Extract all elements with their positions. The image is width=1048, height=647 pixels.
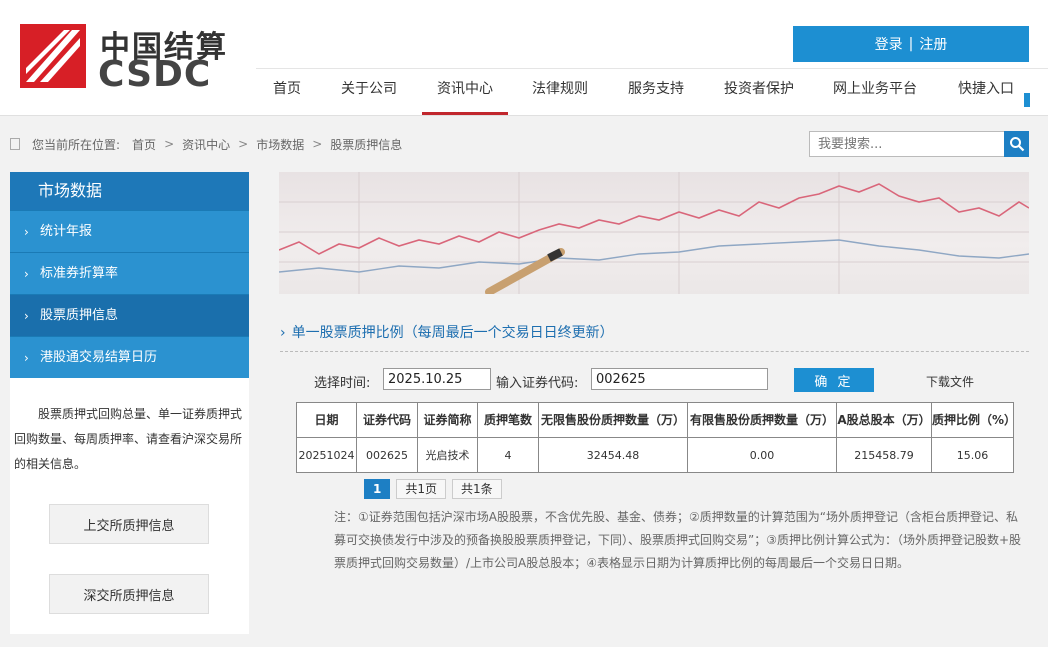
csdc-logo[interactable]: 中国结算 CSDC <box>20 22 230 95</box>
sse-pledge-button[interactable]: 上交所质押信息 <box>49 504 209 544</box>
table-header-cell: 证券代码 <box>356 402 418 438</box>
breadcrumb-separator: > <box>312 137 323 151</box>
sidebar-item-hk-calendar[interactable]: 港股通交易结算日历 <box>10 336 249 379</box>
nav-item-home[interactable]: 首页 <box>256 69 318 115</box>
sidebar-item-annual-stats[interactable]: 统计年报 <box>10 210 249 253</box>
code-label: 输入证券代码: <box>496 376 579 391</box>
login-register-bar: 登录 | 注册 <box>793 26 1029 62</box>
section-divider <box>280 351 1029 352</box>
date-input[interactable] <box>383 368 491 390</box>
breadcrumb-separator: > <box>164 137 175 151</box>
logo-en-text: CSDC <box>98 54 212 95</box>
szse-pledge-button[interactable]: 深交所质押信息 <box>49 574 209 614</box>
table-cell-total-shares: 215458.79 <box>836 437 932 473</box>
stock-chart-illustration <box>279 172 1029 294</box>
table-cell-ratio: 15.06 <box>931 437 1014 473</box>
table-header-cell: 证券简称 <box>417 402 478 438</box>
table-header-cell: 无限售股份质押数量（万） <box>538 402 688 438</box>
sidebar-item-pledge-info[interactable]: 股票质押信息 <box>10 294 249 337</box>
page-total-label: 共1页 <box>396 479 446 499</box>
table-header-cell: 有限售股份质押数量（万） <box>687 402 837 438</box>
nav-item-quick[interactable]: 快捷入口 <box>950 69 1022 115</box>
register-link[interactable]: 注册 <box>919 34 947 54</box>
breadcrumb-home[interactable]: 首页 <box>132 136 156 153</box>
table-header-cell: A股总股本（万） <box>836 402 932 438</box>
breadcrumb-separator: > <box>238 137 249 151</box>
sidebar-item-conversion-rate[interactable]: 标准券折算率 <box>10 252 249 295</box>
nav-item-support[interactable]: 服务支持 <box>618 69 694 115</box>
logo-mark-icon <box>20 24 86 88</box>
nav-item-news[interactable]: 资讯中心 <box>422 69 508 115</box>
table-cell-count: 4 <box>477 437 539 473</box>
market-banner-image <box>279 172 1029 294</box>
breadcrumb-prefix: 您当前所在位置: <box>32 137 121 152</box>
search-box <box>809 131 1029 157</box>
table-row: 20251024 002625 光启技术 4 32454.48 0.00 215… <box>296 437 1014 473</box>
breadcrumb-news[interactable]: 资讯中心 <box>182 136 230 153</box>
table-cell-code: 002625 <box>356 437 418 473</box>
search-input[interactable] <box>809 131 1005 157</box>
section-title-text: 单一股票质押比例（每周最后一个交易日日终更新） <box>291 325 614 341</box>
table-header-cell: 质押比例（%） <box>931 402 1016 438</box>
download-file-link[interactable]: 下载文件 <box>926 373 974 390</box>
table-cell-date: 20251024 <box>296 437 357 473</box>
pledge-ratio-table: 日期 证券代码 证券简称 质押笔数 无限售股份质押数量（万） 有限售股份质押数量… <box>296 402 1016 473</box>
nav-item-rules[interactable]: 法律规则 <box>524 69 596 115</box>
table-header-row: 日期 证券代码 证券简称 质押笔数 无限售股份质押数量（万） 有限售股份质押数量… <box>296 402 1016 438</box>
sidebar-title: 市场数据 <box>10 172 249 210</box>
main-nav: 首页 关于公司 资讯中心 法律规则 服务支持 投资者保护 网上业务平台 快捷入口 <box>256 68 1048 116</box>
table-cell-name: 光启技术 <box>417 437 478 473</box>
sidebar: 市场数据 统计年报 标准券折算率 股票质押信息 港股通交易结算日历 股票质押式回… <box>10 172 249 634</box>
row-total-label: 共1条 <box>452 479 502 499</box>
confirm-button[interactable]: 确 定 <box>794 368 874 392</box>
breadcrumb-current: 股票质押信息 <box>330 137 403 152</box>
section-title: › 单一股票质押比例（每周最后一个交易日日终更新） <box>280 322 614 342</box>
pagination: 1 共1页 共1条 <box>364 479 502 499</box>
breadcrumb-market[interactable]: 市场数据 <box>256 136 304 153</box>
bookmark-icon <box>1024 93 1030 107</box>
site-header: 中国结算 CSDC 登录 | 注册 首页 关于公司 资讯中心 法律规则 服务支持… <box>0 0 1048 116</box>
nav-item-investor[interactable]: 投资者保护 <box>714 69 804 115</box>
nav-item-online[interactable]: 网上业务平台 <box>826 69 924 115</box>
table-cell-restricted: 0.00 <box>687 437 837 473</box>
time-label: 选择时间: <box>314 376 371 391</box>
table-header-cell: 质押笔数 <box>477 402 539 438</box>
sidebar-description: 股票质押式回购总量、单一证券质押式回购数量、每周质押率、请查看沪深交易所的相关信… <box>14 407 243 471</box>
table-header-cell: 日期 <box>296 402 357 438</box>
table-cell-unrestricted: 32454.48 <box>538 437 688 473</box>
document-icon <box>10 138 20 150</box>
stock-code-input[interactable] <box>591 368 768 390</box>
login-divider: | <box>908 36 914 52</box>
footnote: 注：①证券范围包括沪深市场A股股票，不含优先股、基金、债券；②质押数量的计算范围… <box>334 510 1022 570</box>
search-icon <box>1009 137 1024 152</box>
search-button[interactable] <box>1004 131 1029 157</box>
nav-item-about[interactable]: 关于公司 <box>334 69 404 115</box>
page-current-button[interactable]: 1 <box>364 479 391 499</box>
chevron-right-icon: › <box>280 325 286 341</box>
breadcrumb: 您当前所在位置: 首页 > 资讯中心 > 市场数据 > 股票质押信息 <box>10 136 402 152</box>
login-link[interactable]: 登录 <box>875 34 903 54</box>
